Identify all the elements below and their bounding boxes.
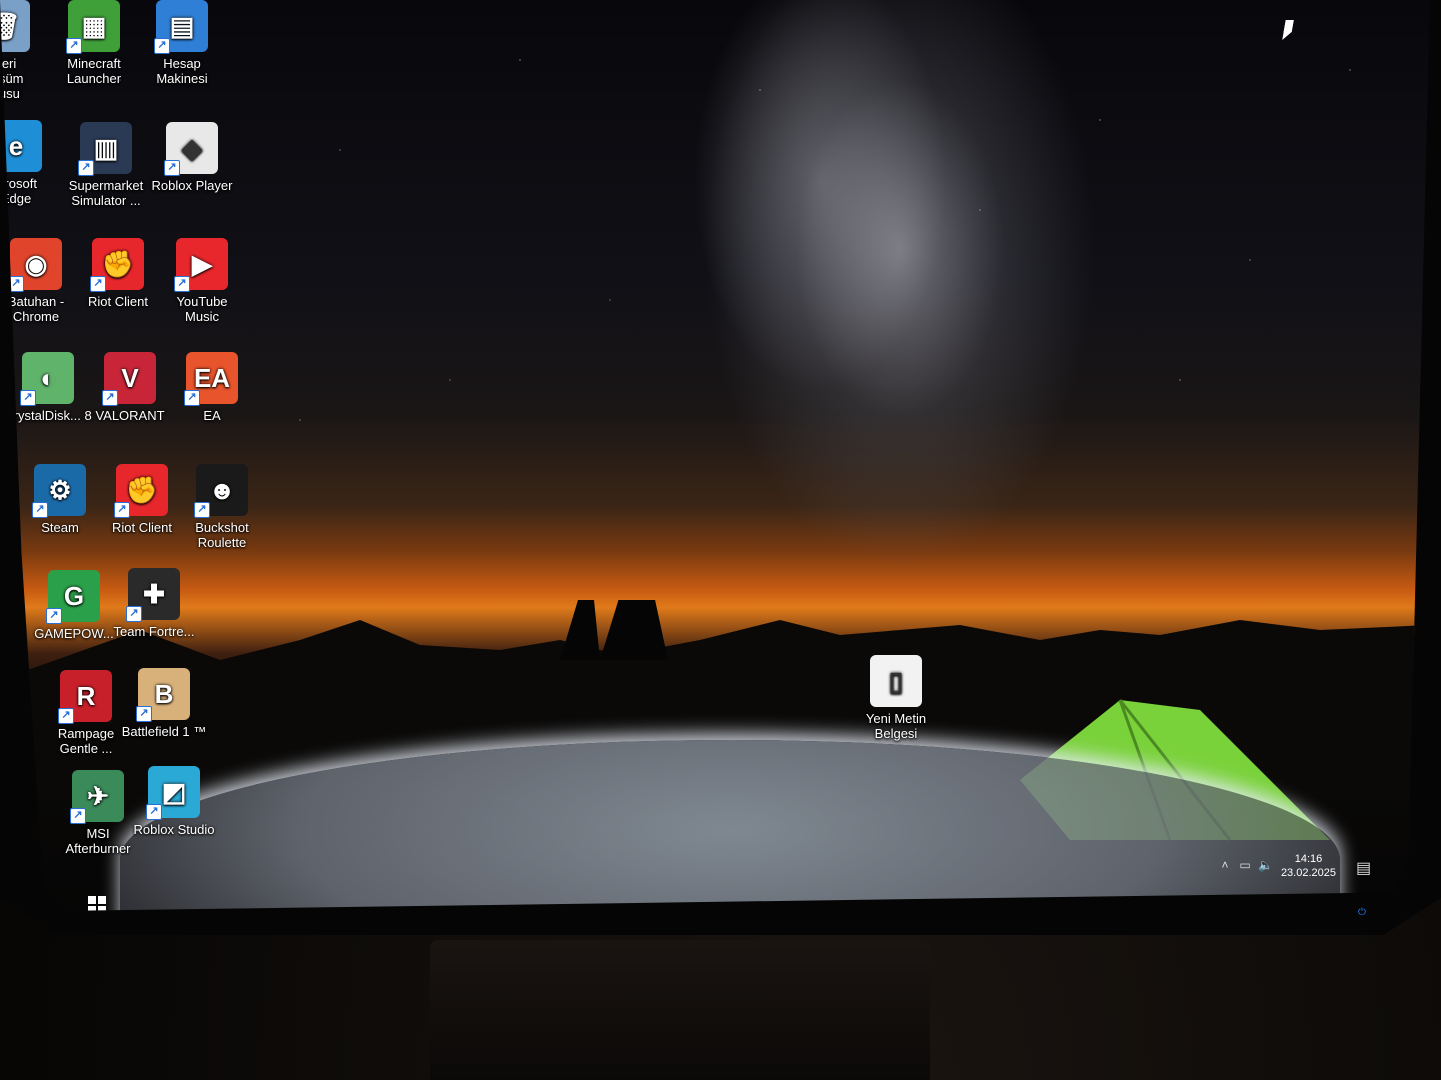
desktop-icon-label: Yeni Metin Belgesi — [865, 711, 927, 741]
desktop-icon-label: Roblox Studio — [133, 822, 215, 837]
desktop-icon-battlefield-1[interactable]: B ↗ Battlefield 1 ™ — [120, 668, 208, 739]
desktop-icon-steam[interactable]: ⚙ ↗ Steam — [16, 464, 104, 535]
desktop-icon-roblox-studio[interactable]: ◩ ↗ Roblox Studio — [130, 766, 218, 837]
desktop-icon-minecraft-launcher[interactable]: ▦ ↗ Minecraft Launcher — [50, 0, 138, 86]
shortcut-arrow-icon: ↗ — [70, 808, 86, 824]
shortcut-arrow-icon: ↗ — [146, 804, 162, 820]
desktop-icon-msi-afterburner[interactable]: ✈ ↗ MSI Afterburner — [54, 770, 142, 856]
desktop-icon-label: Riot Client — [88, 294, 148, 309]
clock[interactable]: 14:16 23.02.2025 — [1281, 852, 1336, 880]
yeni-metin-belgesi-icon: ▯ — [870, 655, 922, 707]
desktop-icon-recycle-bin[interactable]: 🗑 Geri nüşüm utusu — [0, 0, 48, 101]
hesap-makinesi-icon: ▤ ↗ — [154, 0, 208, 54]
notification-icon[interactable]: ▤ — [1356, 858, 1371, 877]
desktop-icon-label: icrosoft Edge — [0, 176, 37, 206]
desktop-icon-label: Geri nüşüm utusu — [0, 56, 24, 101]
shortcut-arrow-icon: ↗ — [66, 38, 82, 54]
roblox-player-icon: ◆ ↗ — [164, 122, 218, 176]
desktop-icon-buckshot-roulette[interactable]: ☻ ↗ Buckshot Roulette — [178, 464, 266, 550]
photo-scene: 🗑Geri nüşüm utusu▦↗Minecraft Launcher▤↗H… — [0, 0, 1441, 1080]
buckshot-roulette-icon: ☻ ↗ — [194, 464, 248, 518]
desktop-icon-ea[interactable]: EA ↗ EA — [168, 352, 256, 423]
desktop-icon-riot-client-1[interactable]: ✊ ↗ Riot Client — [74, 238, 162, 309]
shortcut-arrow-icon: ↗ — [32, 502, 48, 518]
desktop-icon-supermarket-simulator[interactable]: ▥ ↗ Supermarket Simulator ... — [62, 122, 150, 208]
riot-client-2-icon: ✊ ↗ — [114, 464, 168, 518]
battlefield-1-icon: B ↗ — [136, 668, 190, 722]
desktop-icon-label: Hesap Makinesi — [156, 56, 208, 86]
desktop-icon-valorant[interactable]: V ↗ VALORANT — [86, 352, 174, 423]
batuhan-chrome-icon: ◉ ↗ — [8, 238, 62, 292]
riot-client-1-icon: ✊ ↗ — [90, 238, 144, 292]
minecraft-launcher-icon: ▦ ↗ — [66, 0, 120, 54]
desktop-icon-riot-client-2[interactable]: ✊ ↗ Riot Client — [98, 464, 186, 535]
desktop-icon-roblox-player[interactable]: ◆ ↗ Roblox Player — [148, 122, 236, 193]
desktop-icon-label: GAMEPOW... — [34, 626, 114, 641]
shortcut-arrow-icon: ↗ — [174, 276, 190, 292]
shortcut-arrow-icon: ↗ — [154, 38, 170, 54]
ea-icon: EA ↗ — [184, 352, 238, 406]
desktop-icon-microsoft-edge[interactable]: e↗icrosoft Edge — [0, 120, 60, 206]
desktop-icon-label: VALORANT — [95, 408, 165, 423]
desktop-icon-label: Steam — [41, 520, 79, 535]
shortcut-arrow-icon: ↗ — [58, 708, 74, 724]
shortcut-arrow-icon: ↗ — [46, 608, 62, 624]
recycle-bin-icon: 🗑 — [0, 0, 30, 52]
desktop-icon-label: Team Fortre... — [113, 624, 195, 639]
crystaldisk-icon: ◐ ↗ — [20, 352, 74, 406]
shortcut-arrow-icon: ↗ — [164, 160, 180, 176]
desktop-icon-gamepower[interactable]: G ↗ GAMEPOW... — [30, 570, 118, 641]
gamepower-icon: G ↗ — [46, 570, 100, 624]
desktop-icon-rampage-gentle[interactable]: R ↗ Rampage Gentle ... — [42, 670, 130, 756]
clock-time: 14:16 — [1294, 853, 1323, 865]
desktop-icon-crystaldisk[interactable]: ◐ ↗ CrystalDisk... 8 — [4, 352, 92, 423]
shortcut-arrow-icon: ↗ — [90, 276, 106, 292]
shortcut-arrow-icon: ↗ — [136, 706, 152, 722]
desktop-icon-youtube-music[interactable]: ▶ ↗ YouTube Music — [158, 238, 246, 324]
desktop-screen: 🗑Geri nüşüm utusu▦↗Minecraft Launcher▤↗H… — [0, 0, 1430, 911]
shortcut-arrow-icon: ↗ — [184, 390, 200, 406]
team-fortress-icon: ✚ ↗ — [126, 568, 180, 622]
shortcut-arrow-icon: ↗ — [194, 502, 210, 518]
steam-icon: ⚙ ↗ — [32, 464, 86, 518]
desktop-icon-label: Supermarket Simulator ... — [68, 178, 144, 208]
desktop-icon-label: Battlefield 1 ™ — [121, 724, 207, 739]
shortcut-arrow-icon: ↗ — [20, 390, 36, 406]
msi-afterburner-icon: ✈ ↗ — [70, 770, 124, 824]
desktop-icon-label: Rampage Gentle ... — [57, 726, 115, 756]
roblox-studio-icon: ◩ ↗ — [146, 766, 200, 820]
desktop-icon-yeni-metin-belgesi[interactable]: ▯ Yeni Metin Belgesi — [852, 655, 940, 741]
desktop-icon-label: Riot Client — [112, 520, 172, 535]
shortcut-arrow-icon: ↗ — [102, 390, 118, 406]
desktop-icon-hesap-makinesi[interactable]: ▤ ↗ Hesap Makinesi — [138, 0, 226, 86]
desktop-icon-label: EA — [203, 408, 221, 423]
power-led-icon[interactable]: ⏻ — [1358, 908, 1368, 918]
monitor-stand — [430, 940, 930, 1080]
desktop-icon-label: YouTube Music — [176, 294, 228, 324]
valorant-icon: V ↗ — [102, 352, 156, 406]
system-tray: ˄ ▭ 🔈 14:16 23.02.2025 ▤ — [1210, 848, 1380, 888]
desktop-icon-label: CrystalDisk... 8 — [4, 408, 92, 423]
desktop-icon-label: Buckshot Roulette — [195, 520, 249, 550]
shortcut-arrow-icon: ↗ — [126, 606, 142, 622]
supermarket-simulator-icon: ▥ ↗ — [78, 122, 132, 176]
shortcut-arrow-icon: ↗ — [114, 502, 130, 518]
youtube-music-icon: ▶ ↗ — [174, 238, 228, 292]
desktop-icon-label: Roblox Player — [151, 178, 233, 193]
network-icon[interactable]: ▭ — [1238, 858, 1252, 872]
clock-date: 23.02.2025 — [1280, 867, 1336, 879]
rampage-gentle-icon: R ↗ — [58, 670, 112, 724]
chevron-up-icon[interactable]: ˄ — [1218, 858, 1232, 872]
volume-icon[interactable]: 🔈 — [1258, 858, 1273, 872]
shortcut-arrow-icon: ↗ — [78, 160, 94, 176]
desktop-icon-team-fortress[interactable]: ✚ ↗ Team Fortre... — [110, 568, 198, 639]
desktop-icon-label: Minecraft Launcher — [66, 56, 122, 86]
